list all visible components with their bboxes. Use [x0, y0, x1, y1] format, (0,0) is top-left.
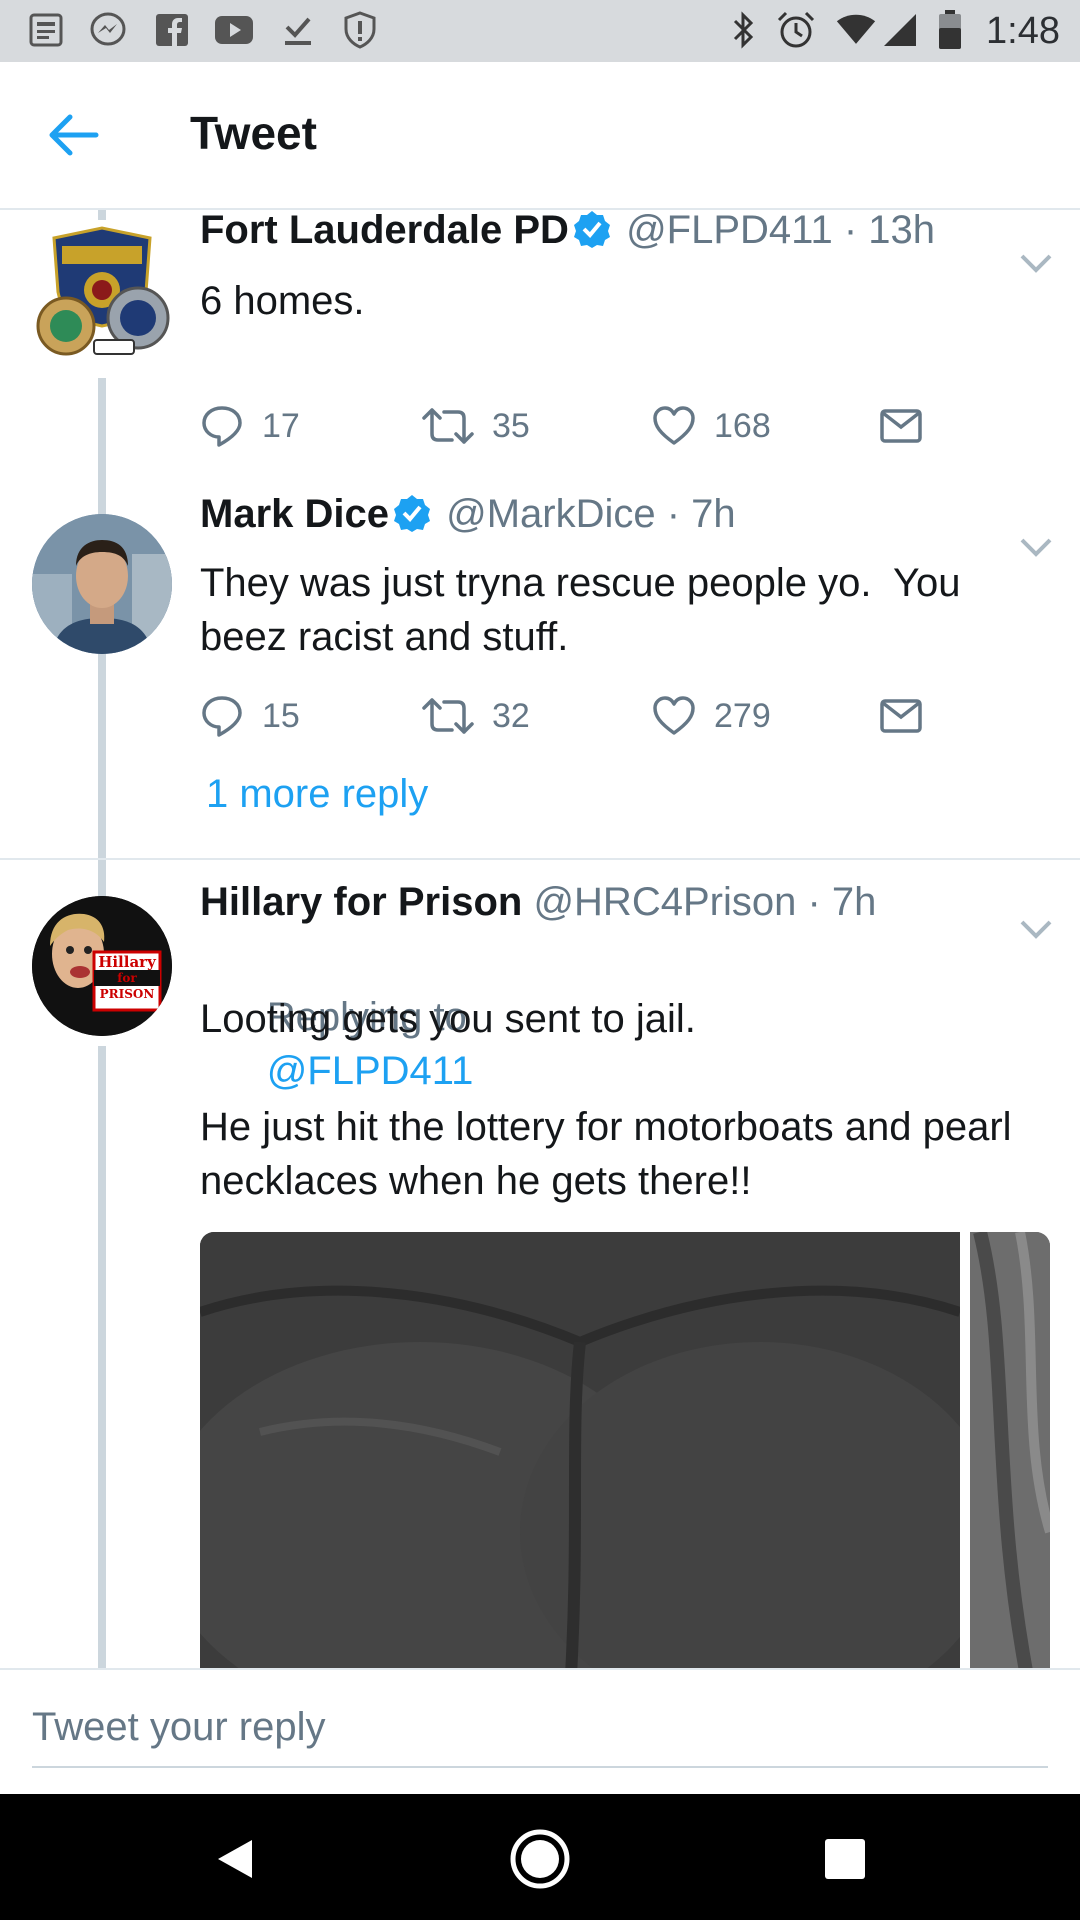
like-button[interactable]: 279 — [652, 688, 771, 744]
bluetooth-icon — [724, 10, 764, 50]
tweet-header: Fort Lauderdale PD @FLPD411 · 13h — [200, 210, 935, 253]
like-button[interactable]: 168 — [652, 398, 771, 454]
reply-button[interactable]: 17 — [200, 398, 300, 454]
download-done-icon — [278, 10, 318, 50]
handle[interactable]: @MarkDice — [446, 492, 656, 536]
timestamp: · 7h — [666, 492, 736, 536]
signal-icon — [880, 10, 920, 50]
tweet-text: They was just tryna rescue people yo. Yo… — [200, 561, 972, 659]
timestamp: · 13h — [843, 210, 935, 252]
thread-line — [98, 210, 106, 220]
reply-count: 17 — [262, 406, 300, 445]
alarm-icon — [776, 10, 816, 50]
reply-icon — [202, 696, 242, 737]
envelope-icon — [880, 699, 922, 733]
divider — [0, 858, 1080, 860]
tweet-text: 6 homes. — [200, 279, 365, 323]
facebook-icon — [152, 10, 192, 50]
clock: 1:48 — [986, 10, 1060, 52]
more-replies-link[interactable]: 1 more reply — [206, 772, 428, 817]
tweet-image[interactable] — [200, 1232, 960, 1668]
nav-back-icon[interactable] — [200, 1824, 270, 1894]
like-count: 279 — [714, 696, 771, 735]
back-arrow-icon[interactable] — [44, 110, 104, 160]
nav-home-icon[interactable] — [505, 1824, 575, 1894]
battery-icon — [930, 10, 970, 50]
heart-icon — [653, 406, 695, 445]
retweet-count: 35 — [492, 406, 530, 445]
tweet-image[interactable] — [970, 1232, 1050, 1668]
reply-button[interactable]: 15 — [200, 688, 300, 744]
retweet-button[interactable]: 32 — [422, 688, 530, 744]
tweet-header: Hillary for Prison @HRC4Prison · 7h — [200, 880, 876, 925]
handle[interactable]: @FLPD411 — [626, 210, 833, 252]
tweet-header: Mark Dice @MarkDice · 7h — [200, 492, 736, 537]
android-nav-bar — [0, 1794, 1080, 1920]
retweet-count: 32 — [492, 696, 530, 735]
verified-badge-icon — [393, 495, 430, 532]
handle[interactable]: @HRC4Prison — [533, 880, 796, 924]
like-count: 168 — [714, 406, 771, 445]
avatar[interactable] — [32, 222, 172, 362]
display-name[interactable]: Fort Lauderdale PD — [200, 210, 569, 252]
display-name[interactable]: Mark Dice — [200, 492, 389, 536]
conversation[interactable]: Fort Lauderdale PD @FLPD411 · 13h 6 home… — [0, 210, 1080, 1668]
thread-dots — [98, 780, 106, 820]
avatar[interactable]: Hillary for PRISON — [32, 896, 172, 1036]
news-icon — [26, 10, 66, 50]
share-dm-button[interactable] — [880, 398, 922, 454]
youtube-icon — [214, 10, 254, 50]
reply-count: 15 — [262, 696, 300, 735]
tweet-text: Looting gets you sent to jail. He just h… — [200, 997, 1012, 1203]
reply-input[interactable] — [32, 1688, 1048, 1768]
verified-badge-icon — [573, 211, 610, 248]
shield-alert-icon — [340, 10, 380, 50]
tweet-actions: 15 32 279 — [200, 688, 960, 744]
heart-icon — [653, 696, 695, 735]
retweet-icon — [422, 698, 474, 734]
status-bar: 1:48 — [0, 0, 1080, 62]
avatar[interactable] — [32, 514, 172, 654]
page-title: Tweet — [190, 107, 317, 159]
share-dm-button[interactable] — [880, 688, 922, 744]
retweet-button[interactable]: 35 — [422, 398, 530, 454]
tweet-actions: 17 35 168 — [200, 398, 960, 454]
display-name[interactable]: Hillary for Prison — [200, 880, 522, 924]
retweet-icon — [422, 408, 474, 444]
envelope-icon — [880, 409, 922, 443]
timestamp: · 7h — [807, 880, 877, 924]
wifi-icon — [836, 10, 876, 50]
reply-bar — [0, 1668, 1080, 1796]
thread-line — [98, 1046, 106, 1668]
reply-icon — [202, 406, 242, 447]
app-header: Tweet — [0, 62, 1080, 210]
messenger-icon — [88, 10, 128, 50]
nav-recents-icon[interactable] — [810, 1824, 880, 1894]
avatar-badge: Hillary for PRISON — [94, 954, 160, 1002]
